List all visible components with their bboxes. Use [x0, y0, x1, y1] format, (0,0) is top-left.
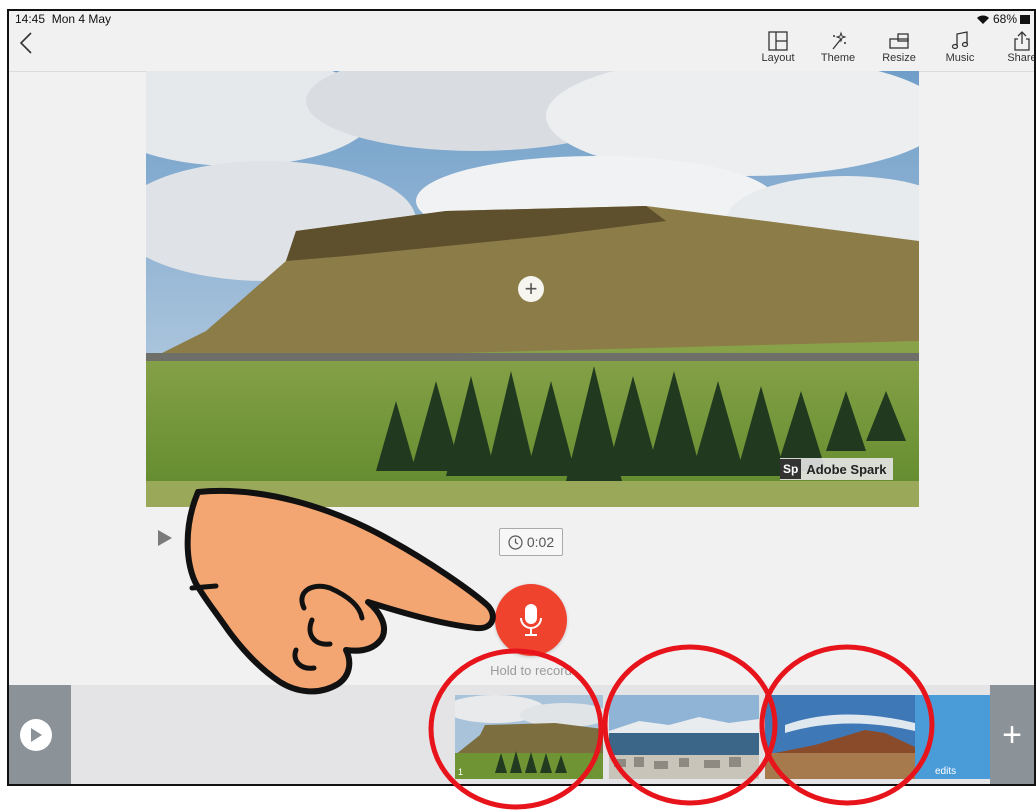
spark-badge: Sp: [780, 459, 802, 479]
play-icon: [31, 728, 42, 742]
duration-value: 0:02: [526, 534, 555, 550]
back-button[interactable]: [19, 31, 43, 61]
status-bar: 14:45 Mon 4 May 68%: [9, 11, 1034, 27]
battery-percent: 68%: [992, 12, 1017, 26]
resize-label: Resize: [882, 52, 916, 64]
record-button[interactable]: [495, 584, 567, 656]
hill-thumbnail: [765, 695, 915, 779]
play-button[interactable]: [157, 529, 173, 552]
slide-canvas[interactable]: + Sp Adobe Spark: [146, 71, 919, 507]
music-label: Music: [945, 52, 975, 64]
slide-number: 1: [458, 767, 464, 777]
chevron-left-icon: [19, 32, 32, 54]
theme-label: Theme: [820, 52, 856, 64]
magic-wand-icon: [832, 31, 847, 50]
toolbar: Layout Theme Resize Music Share: [9, 27, 1034, 72]
timeline: 1 edits +: [9, 685, 1034, 784]
resize-button[interactable]: Resize: [871, 31, 927, 64]
date: Mon 4 May: [51, 12, 112, 26]
adobe-spark-watermark: Sp Adobe Spark: [780, 458, 893, 480]
record-hint: Hold to record: [490, 663, 572, 678]
layout-icon: [768, 31, 788, 51]
slide-thumbnail-3[interactable]: [765, 695, 915, 779]
clock: 14:45: [15, 12, 46, 26]
plus-icon: +: [1002, 716, 1022, 754]
app-window: 14:45 Mon 4 May 68% Layout Theme Resize …: [7, 9, 1036, 786]
resize-icon: [889, 33, 909, 49]
status-time: 14:45 Mon 4 May: [15, 12, 111, 26]
theme-button[interactable]: Theme: [810, 31, 866, 64]
microphone-icon: [520, 604, 542, 636]
share-label: Share: [1007, 52, 1036, 64]
harbor-thumbnail: [609, 695, 759, 779]
mountain-thumbnail: [455, 695, 603, 779]
battery-icon: [1020, 14, 1030, 24]
share-button[interactable]: Share: [994, 31, 1036, 64]
credits-label: edits: [935, 766, 957, 777]
clock-icon: [508, 534, 523, 550]
layout-button[interactable]: Layout: [750, 31, 806, 64]
add-media-icon[interactable]: +: [518, 276, 544, 302]
timeline-play-panel: [9, 685, 71, 784]
duration-button[interactable]: 0:02: [499, 528, 563, 556]
wifi-icon: [976, 15, 989, 24]
add-slide-button[interactable]: +: [990, 685, 1034, 784]
music-button[interactable]: Music: [932, 31, 988, 64]
credits-slide[interactable]: edits: [915, 695, 993, 779]
slide-thumbnail-1[interactable]: 1: [455, 695, 603, 779]
preview-play-button[interactable]: [20, 719, 52, 751]
music-note-icon: [951, 31, 969, 50]
play-icon: [158, 530, 172, 546]
status-right: 68%: [976, 12, 1030, 26]
slide-thumbnail-2[interactable]: [609, 695, 759, 779]
share-icon: [1014, 31, 1030, 51]
layout-label: Layout: [761, 52, 795, 64]
watermark-text: Adobe Spark: [806, 461, 887, 477]
